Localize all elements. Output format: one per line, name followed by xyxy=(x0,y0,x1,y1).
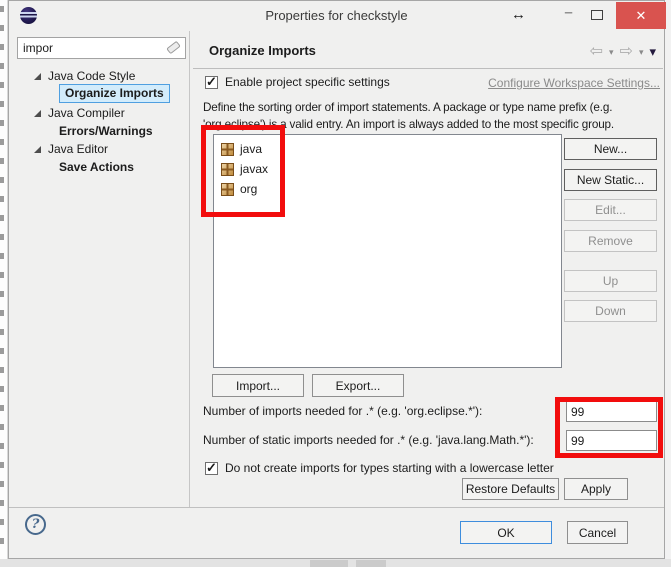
new-static-button[interactable]: New Static... xyxy=(564,169,657,191)
tree-item-java-editor[interactable]: Java Editor xyxy=(34,140,108,158)
tree-item-label: Save Actions xyxy=(59,160,134,174)
expand-triangle-icon[interactable] xyxy=(34,73,41,80)
page-navigation: ⇦ ▾ ⇨ ▾ ▾ xyxy=(590,44,656,60)
maximize-button[interactable] xyxy=(591,10,603,20)
tree-item-organize-imports[interactable]: Organize Imports xyxy=(59,84,170,102)
properties-dialog: Properties for checkstyle ↔ – ✕ Java Cod… xyxy=(8,0,665,559)
enable-project-settings-checkbox[interactable] xyxy=(205,76,218,89)
apply-button[interactable]: Apply xyxy=(564,478,628,500)
enable-project-settings-row: Enable project specific settings xyxy=(205,75,390,89)
tree-item-label: Java Compiler xyxy=(48,106,125,120)
back-dropdown-icon[interactable]: ▾ xyxy=(609,47,614,58)
restore-defaults-button[interactable]: Restore Defaults xyxy=(462,478,559,500)
tree-item-errors-warnings[interactable]: Errors/Warnings xyxy=(59,122,153,140)
tree-item-label: Java Editor xyxy=(48,142,108,156)
background-window-edge xyxy=(0,0,8,567)
background-taskbar-fragment xyxy=(356,560,386,567)
background-taskbar-fragment xyxy=(310,560,348,567)
up-button[interactable]: Up xyxy=(564,270,657,292)
screenshot-root: { "window": { "title": "Properties for c… xyxy=(0,0,671,567)
forward-arrow-icon[interactable]: ⇨ xyxy=(620,44,633,60)
page-title: Organize Imports xyxy=(209,43,316,58)
lowercase-types-row: Do not create imports for types starting… xyxy=(205,461,554,475)
remove-button[interactable]: Remove xyxy=(564,230,657,252)
organize-imports-panel: Organize Imports ⇦ ▾ ⇨ ▾ ▾ Enable projec… xyxy=(191,31,666,507)
edit-button[interactable]: Edit... xyxy=(564,199,657,221)
back-arrow-icon[interactable]: ⇦ xyxy=(590,44,603,60)
imports-count-label: Number of imports needed for .* (e.g. 'o… xyxy=(203,401,482,422)
resize-icon[interactable]: ↔ xyxy=(511,6,526,23)
enable-project-settings-label: Enable project specific settings xyxy=(225,75,390,89)
annotation-rect-count-fields xyxy=(555,397,663,458)
expand-triangle-icon[interactable] xyxy=(34,146,41,153)
minimize-button[interactable]: – xyxy=(562,4,575,24)
filter-input[interactable] xyxy=(17,37,186,59)
tree-item-java-code-style[interactable]: Java Code Style xyxy=(34,67,135,85)
help-button[interactable]: ? xyxy=(25,514,46,535)
tree-item-save-actions[interactable]: Save Actions xyxy=(59,158,134,176)
header-separator xyxy=(193,68,663,69)
ok-button[interactable]: OK xyxy=(460,521,552,544)
configure-workspace-settings-link[interactable]: Configure Workspace Settings... xyxy=(488,76,660,90)
static-imports-count-label: Number of static imports needed for .* (… xyxy=(203,430,534,451)
forward-dropdown-icon[interactable]: ▾ xyxy=(639,47,644,58)
title-bar[interactable]: Properties for checkstyle ↔ – ✕ xyxy=(9,1,664,31)
new-button[interactable]: New... xyxy=(564,138,657,160)
tree-item-label: Errors/Warnings xyxy=(59,124,153,138)
lowercase-types-checkbox[interactable] xyxy=(205,462,218,475)
footer-separator xyxy=(9,507,664,508)
import-button[interactable]: Import... xyxy=(212,374,304,397)
cancel-button[interactable]: Cancel xyxy=(567,521,628,544)
tree-item-label-selected: Organize Imports xyxy=(59,84,170,103)
tree-item-java-compiler[interactable]: Java Compiler xyxy=(34,104,125,122)
view-menu-icon[interactable]: ▾ xyxy=(649,44,656,60)
expand-triangle-icon[interactable] xyxy=(34,110,41,117)
annotation-rect-import-groups xyxy=(201,125,285,217)
lowercase-types-label: Do not create imports for types starting… xyxy=(225,461,554,475)
close-button[interactable]: ✕ xyxy=(616,2,666,29)
preferences-sidebar: Java Code Style Organize Imports Java Co… xyxy=(9,31,190,507)
tree-item-label: Java Code Style xyxy=(48,69,135,83)
export-button[interactable]: Export... xyxy=(312,374,404,397)
down-button[interactable]: Down xyxy=(564,300,657,322)
